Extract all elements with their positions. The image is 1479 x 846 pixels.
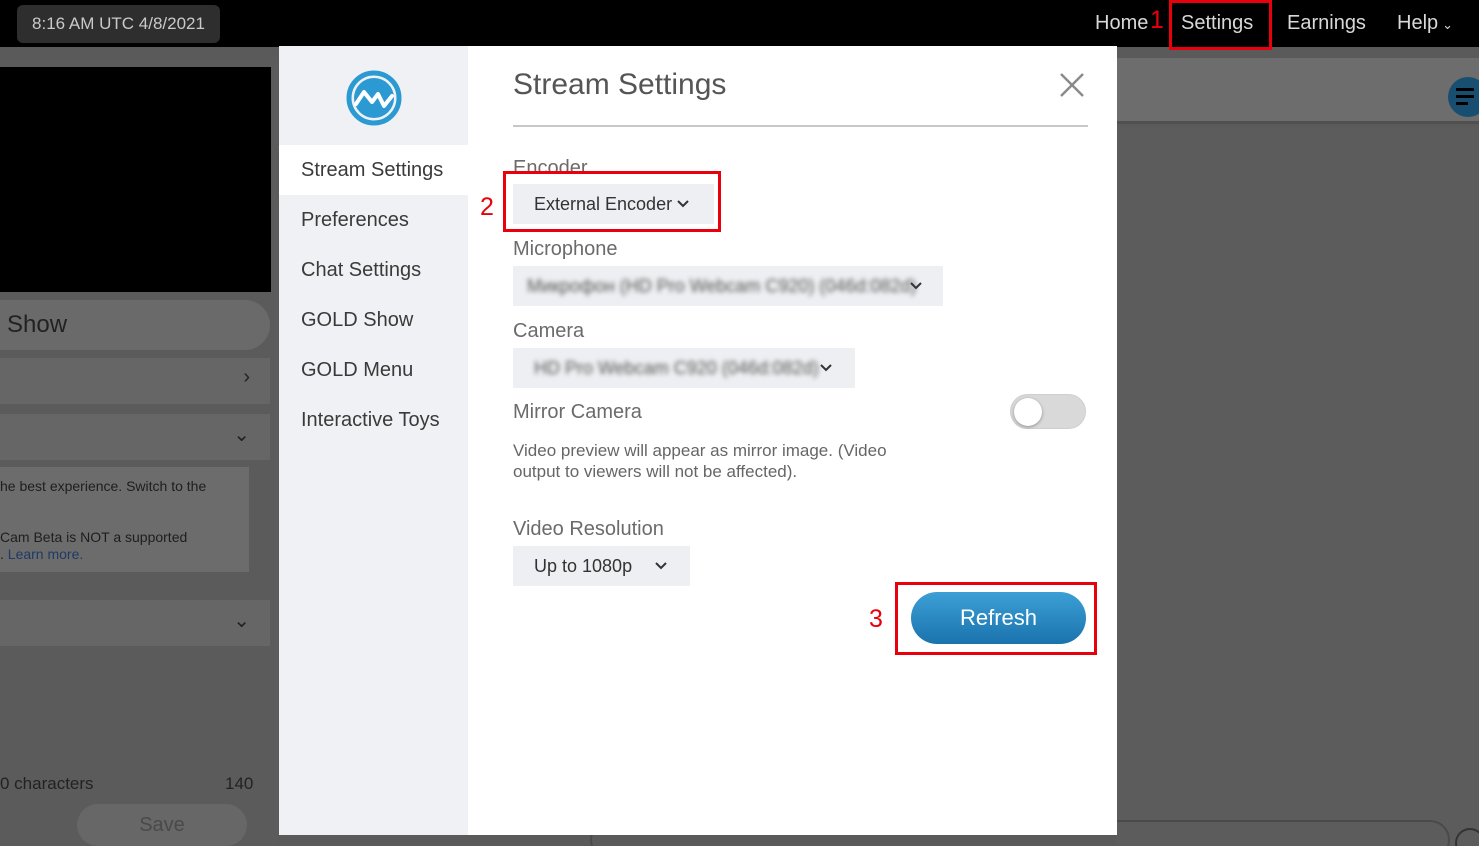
annotation-box-settings [1169, 0, 1272, 50]
collapsed-section[interactable]: › [0, 358, 270, 404]
settings-sidebar: Stream Settings Preferences Chat Setting… [279, 46, 468, 835]
save-button[interactable]: Save [77, 804, 247, 846]
chevron-down-icon [910, 282, 922, 290]
collapsed-section[interactable]: ⌄ [0, 600, 270, 646]
nav-home[interactable]: Home [1095, 0, 1148, 47]
nav-help-label: Help [1397, 12, 1439, 34]
info-notice: he best experience. Switch to the Cam Be… [0, 467, 249, 572]
microphone-label: Microphone [513, 238, 618, 260]
stream-settings-modal: Stream Settings Preferences Chat Setting… [279, 46, 1117, 835]
camera-label: Camera [513, 320, 585, 342]
background-right-header [1116, 58, 1479, 124]
close-icon[interactable] [1057, 70, 1087, 100]
sidebar-item-gold-show[interactable]: GOLD Show [279, 295, 468, 345]
annotation-box-refresh [895, 582, 1097, 655]
clock: 8:16 AM UTC 4/8/2021 [17, 5, 220, 43]
toggle-knob [1014, 398, 1042, 426]
title-divider [513, 125, 1088, 127]
expanded-section[interactable]: ⌄ [0, 414, 270, 460]
nav-earnings[interactable]: Earnings [1287, 0, 1366, 47]
camera-value: HD Pro Webcam C920 (046d:082d) [534, 358, 819, 378]
camera-select[interactable]: HD Pro Webcam C920 (046d:082d) [513, 348, 855, 388]
video-resolution-label: Video Resolution [513, 518, 664, 540]
info-text: he best experience. Switch to the [0, 478, 207, 494]
annotation-number: 3 [869, 605, 883, 633]
info-text: Cam Beta is NOT a supported [0, 529, 188, 545]
chevron-down-icon: ⌄ [233, 424, 250, 446]
video-resolution-value: Up to 1080p [534, 556, 633, 576]
mirror-camera-toggle[interactable] [1010, 394, 1086, 429]
character-limit: 140 [225, 774, 254, 793]
background-chat-area [1116, 127, 1479, 846]
modal-title: Stream Settings [513, 68, 727, 101]
chevron-right-icon: › [243, 366, 250, 388]
annotation-number: 2 [480, 193, 494, 221]
chevron-down-icon: ⌄ [233, 610, 250, 632]
sidebar-item-stream-settings[interactable]: Stream Settings [279, 145, 468, 195]
sidebar-item-interactive-toys[interactable]: Interactive Toys [279, 395, 468, 445]
sidebar-item-preferences[interactable]: Preferences [279, 195, 468, 245]
chevron-down-icon [655, 562, 667, 570]
chevron-down-icon: ⌄ [1442, 17, 1454, 32]
microphone-value: Микрофон (HD Pro Webcam C920) (046d:082d… [527, 276, 917, 296]
sidebar-item-chat-settings[interactable]: Chat Settings [279, 245, 468, 295]
info-text: . [0, 546, 8, 562]
character-count-label: 0 characters [0, 774, 94, 793]
microphone-select[interactable]: Микрофон (HD Pro Webcam C920) (046d:082d… [513, 266, 943, 306]
sidebar-item-gold-menu[interactable]: GOLD Menu [279, 345, 468, 395]
logo-icon [346, 70, 402, 126]
video-resolution-select[interactable]: Up to 1080p [513, 546, 690, 586]
mirror-camera-description: Video preview will appear as mirror imag… [513, 441, 887, 481]
annotation-number: 1 [1150, 6, 1164, 34]
show-button[interactable]: Show [0, 300, 270, 350]
mirror-camera-label: Mirror Camera [513, 401, 642, 423]
video-preview [0, 67, 271, 292]
chevron-down-icon [820, 364, 832, 372]
annotation-box-encoder [503, 171, 721, 232]
nav-help[interactable]: Help ⌄ [1397, 0, 1453, 47]
learn-more-link[interactable]: Learn more. [8, 546, 83, 562]
